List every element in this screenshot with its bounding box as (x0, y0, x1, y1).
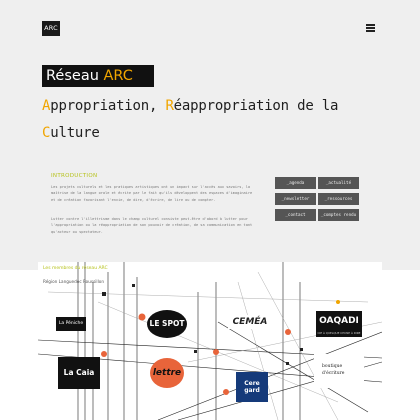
intro-paragraph: Lutter contre l'illettrisme dans le cham… (51, 217, 253, 234)
menu-line (366, 27, 375, 29)
site-subtitle: Appropriation, Réappropriation de la Cul… (42, 93, 382, 147)
members-map: Les membres du réseau ARC Région Langued… (38, 262, 382, 420)
subtitle-initial: R (165, 98, 174, 114)
partner-la-peniche[interactable]: La Péniche (56, 317, 86, 331)
newsletter-button[interactable]: _newsletter (275, 193, 316, 205)
hero-section: ARC Réseau ARC Appropriation, Réappropri… (0, 0, 420, 270)
intro-heading: INTRODUCTION (51, 173, 98, 179)
partner-la-caia[interactable]: La Caia (58, 357, 100, 389)
menu-line (366, 30, 375, 32)
agenda-button[interactable]: _agenda (275, 177, 316, 189)
contact-button[interactable]: _contact (275, 209, 316, 221)
partner-lettre[interactable]: lettre (150, 358, 184, 388)
partner-boutique-ecriture[interactable]: boutique d'écriture (314, 354, 364, 388)
arc-logo[interactable]: ARC (42, 21, 60, 36)
intro-paragraph: Les projets culturels et les pratiques a… (51, 185, 253, 202)
subtitle-text: ulture (50, 125, 100, 141)
partner-oaqadi-tagline: CIE À QUELQUE CHOSE À DIRE (317, 331, 361, 335)
subtitle-line: Culture (42, 120, 382, 147)
hamburger-menu-icon[interactable] (366, 23, 375, 32)
site-title-accent: ARC (103, 68, 133, 84)
map-road-lines (38, 262, 382, 420)
comptes-rendu-button[interactable]: _comptes rendu (318, 209, 359, 221)
map-region-label: Région Languedoc Roussillon (43, 279, 104, 284)
partner-cemea[interactable]: CEMÉA (228, 315, 272, 329)
actualite-button[interactable]: _actualité (318, 177, 359, 189)
subtitle-text: éappropriation de la (173, 98, 339, 114)
subtitle-initial: C (42, 125, 51, 141)
site-title-prefix: Réseau (46, 68, 104, 84)
partner-oaqadi-name: OAQADI (319, 316, 359, 326)
map-heading: Les membres du réseau ARC (43, 266, 108, 271)
menu-line (366, 24, 375, 26)
partner-ceregard[interactable]: Cere gard (236, 372, 268, 402)
subtitle-text: ppropriation, (50, 98, 166, 114)
subtitle-line: Appropriation, Réappropriation de la (42, 93, 382, 120)
ressources-button[interactable]: _ressources (318, 193, 359, 205)
partner-le-spot[interactable]: LE SPOT (147, 310, 187, 338)
subtitle-initial: A (42, 98, 51, 114)
site-title: Réseau ARC (42, 65, 154, 87)
partner-oaqadi[interactable]: OAQADI CIE À QUELQUE CHOSE À DIRE (316, 311, 362, 337)
